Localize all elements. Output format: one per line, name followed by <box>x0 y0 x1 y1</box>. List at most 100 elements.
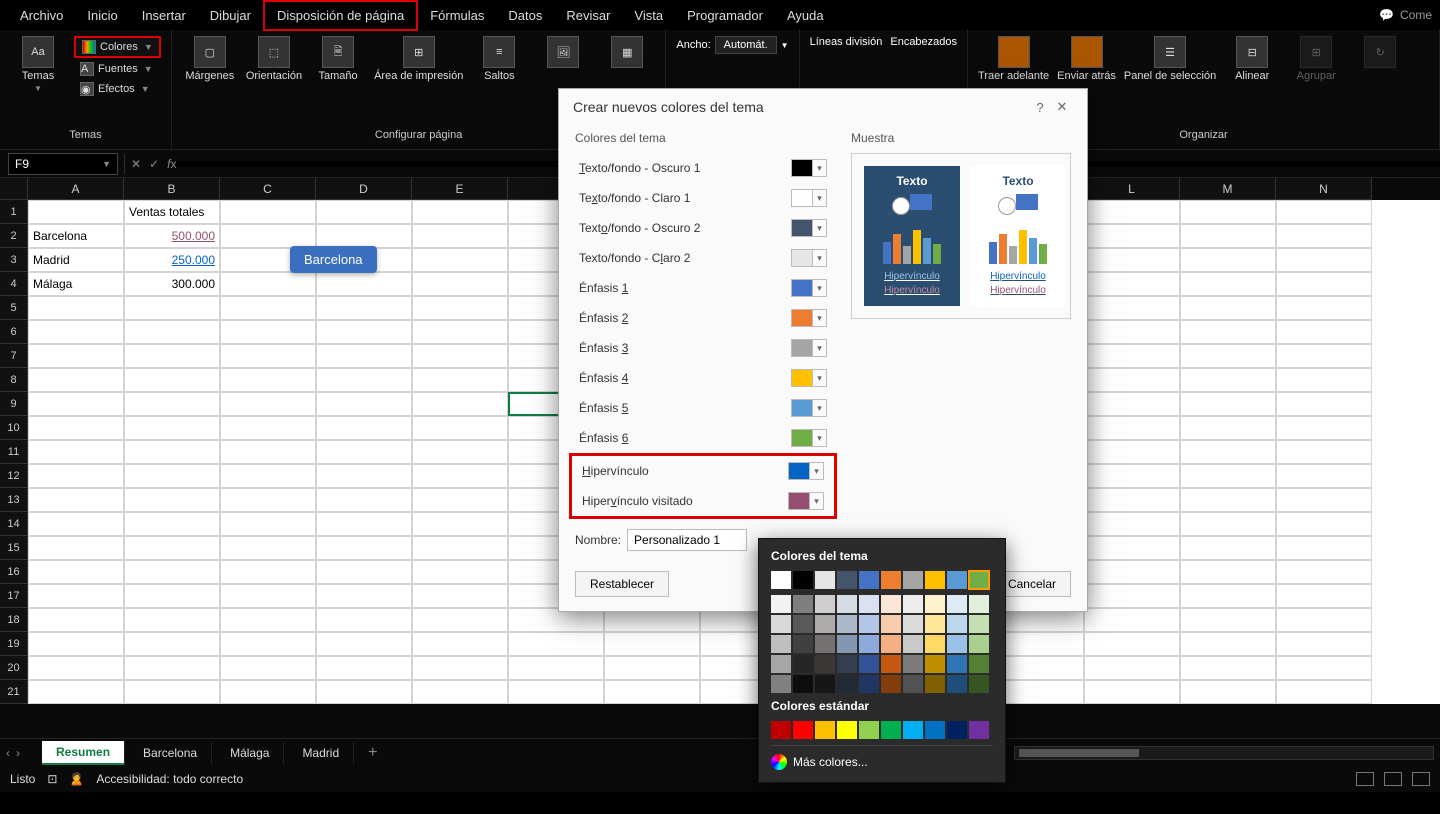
row-header[interactable]: 4 <box>0 272 28 296</box>
cell[interactable] <box>124 416 220 440</box>
cell[interactable] <box>1180 416 1276 440</box>
cell[interactable] <box>412 344 508 368</box>
cell[interactable] <box>28 560 124 584</box>
cell[interactable] <box>1276 416 1372 440</box>
col-header[interactable]: B <box>124 178 220 200</box>
cell[interactable] <box>28 536 124 560</box>
cell[interactable] <box>1180 296 1276 320</box>
sheet-tab-resumen[interactable]: Resumen <box>42 741 125 765</box>
row-header[interactable]: 1 <box>0 200 28 224</box>
color-swatch[interactable] <box>903 571 923 589</box>
select-all-corner[interactable] <box>0 178 28 200</box>
cell[interactable] <box>28 416 124 440</box>
cell[interactable] <box>28 656 124 680</box>
cell[interactable] <box>220 272 316 296</box>
cell[interactable] <box>316 512 412 536</box>
color-swatch-button[interactable]: ▾ <box>791 399 827 417</box>
menu-programador[interactable]: Programador <box>675 2 775 29</box>
cell[interactable] <box>124 296 220 320</box>
print-titles-button[interactable]: ▦ <box>599 36 655 68</box>
cell[interactable] <box>508 656 604 680</box>
cell[interactable] <box>124 656 220 680</box>
cell[interactable] <box>316 560 412 584</box>
cell[interactable] <box>124 320 220 344</box>
saltos-button[interactable]: ≡Saltos <box>471 36 527 82</box>
menu-archivo[interactable]: Archivo <box>8 2 75 29</box>
cell[interactable] <box>1084 320 1180 344</box>
color-swatch[interactable] <box>859 675 879 693</box>
col-header[interactable]: N <box>1276 178 1372 200</box>
color-swatch[interactable] <box>903 655 923 673</box>
cell[interactable] <box>1084 200 1180 224</box>
cell[interactable]: 500.000 <box>124 224 220 248</box>
cell[interactable] <box>220 512 316 536</box>
cell[interactable] <box>604 680 700 704</box>
row-header[interactable]: 19 <box>0 632 28 656</box>
cell[interactable] <box>1276 560 1372 584</box>
cell[interactable] <box>124 680 220 704</box>
color-swatch[interactable] <box>859 571 879 589</box>
color-swatch-button[interactable]: ▾ <box>791 309 827 327</box>
cell[interactable] <box>1084 344 1180 368</box>
row-header[interactable]: 9 <box>0 392 28 416</box>
cell[interactable] <box>1180 344 1276 368</box>
cell[interactable] <box>412 632 508 656</box>
cell[interactable] <box>28 344 124 368</box>
rotate-button[interactable]: ↻ <box>1352 36 1408 68</box>
menu-disposicion[interactable]: Disposición de página <box>263 0 418 31</box>
color-swatch[interactable] <box>903 595 923 613</box>
cell[interactable] <box>316 368 412 392</box>
cell[interactable] <box>1180 368 1276 392</box>
cell[interactable] <box>28 608 124 632</box>
color-swatch[interactable] <box>947 571 967 589</box>
traer-button[interactable]: Traer adelante <box>978 36 1049 82</box>
color-swatch[interactable] <box>881 655 901 673</box>
color-swatch[interactable] <box>859 595 879 613</box>
horizontal-scrollbar[interactable] <box>1014 746 1434 760</box>
color-swatch-button[interactable]: ▾ <box>791 249 827 267</box>
cell[interactable] <box>220 656 316 680</box>
cell[interactable] <box>412 512 508 536</box>
cell[interactable] <box>28 488 124 512</box>
color-swatch[interactable] <box>771 615 791 633</box>
cell[interactable] <box>316 464 412 488</box>
cell[interactable] <box>1276 200 1372 224</box>
cell[interactable] <box>1276 632 1372 656</box>
color-swatch[interactable] <box>969 615 989 633</box>
cancel-formula-icon[interactable]: ✕ <box>131 157 141 171</box>
cell[interactable] <box>1084 368 1180 392</box>
color-swatch[interactable] <box>815 571 835 589</box>
menu-inicio[interactable]: Inicio <box>75 2 129 29</box>
cell[interactable] <box>1084 608 1180 632</box>
background-button[interactable]: 🖼 <box>535 36 591 68</box>
cell[interactable] <box>1084 536 1180 560</box>
name-box[interactable]: F9 ▼ <box>8 153 118 175</box>
col-header[interactable]: L <box>1084 178 1180 200</box>
cell[interactable] <box>1276 464 1372 488</box>
cell[interactable] <box>1180 440 1276 464</box>
cell[interactable] <box>412 248 508 272</box>
cell[interactable] <box>412 656 508 680</box>
cell[interactable] <box>1276 392 1372 416</box>
cell[interactable] <box>316 296 412 320</box>
cell[interactable] <box>220 320 316 344</box>
color-swatch[interactable] <box>969 635 989 653</box>
color-swatch[interactable] <box>793 595 813 613</box>
cell[interactable] <box>412 488 508 512</box>
cell[interactable] <box>604 656 700 680</box>
color-swatch-button[interactable]: ▾ <box>791 159 827 177</box>
cell[interactable] <box>124 632 220 656</box>
cell[interactable] <box>1180 488 1276 512</box>
row-header[interactable]: 12 <box>0 464 28 488</box>
cell[interactable] <box>412 464 508 488</box>
cell[interactable] <box>1276 248 1372 272</box>
menu-dibujar[interactable]: Dibujar <box>198 2 263 29</box>
row-header[interactable]: 7 <box>0 344 28 368</box>
color-swatch[interactable] <box>815 675 835 693</box>
cell[interactable] <box>28 584 124 608</box>
color-swatch[interactable] <box>925 675 945 693</box>
cell[interactable] <box>220 368 316 392</box>
color-swatch-button[interactable]: ▾ <box>788 492 824 510</box>
cell[interactable] <box>1180 200 1276 224</box>
cell[interactable] <box>412 584 508 608</box>
